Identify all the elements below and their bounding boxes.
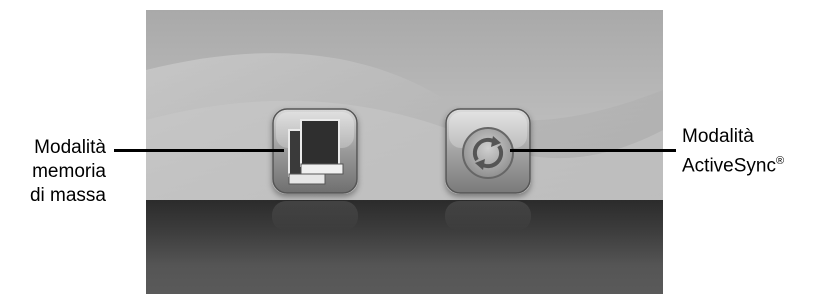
mass-storage-callout-line1: Modalità [34, 137, 106, 158]
background-wave [146, 53, 663, 200]
mass-storage-icon [272, 108, 358, 194]
mass-storage-button-reflection [272, 201, 358, 231]
mass-storage-callout-line3: di massa [29, 185, 106, 206]
activesync-callout-line1: Modalità [682, 126, 754, 147]
activesync-callout-line2: ActiveSync [682, 155, 776, 177]
mass-storage-callout: Modalità memoria di massa [6, 136, 106, 208]
device-screen [146, 10, 663, 294]
mass-storage-mode-button[interactable] [272, 108, 358, 194]
activesync-callout: Modalità ActiveSync® [682, 125, 813, 178]
activesync-button-reflection [445, 201, 531, 231]
registered-mark: ® [775, 155, 785, 167]
mass-storage-callout-line2: memoria [32, 161, 106, 182]
mass-storage-leader-line [114, 149, 284, 152]
activesync-leader-line [510, 149, 676, 152]
reflective-floor [146, 200, 663, 294]
activesync-callout-line2-wrap: ActiveSync® [682, 149, 813, 178]
